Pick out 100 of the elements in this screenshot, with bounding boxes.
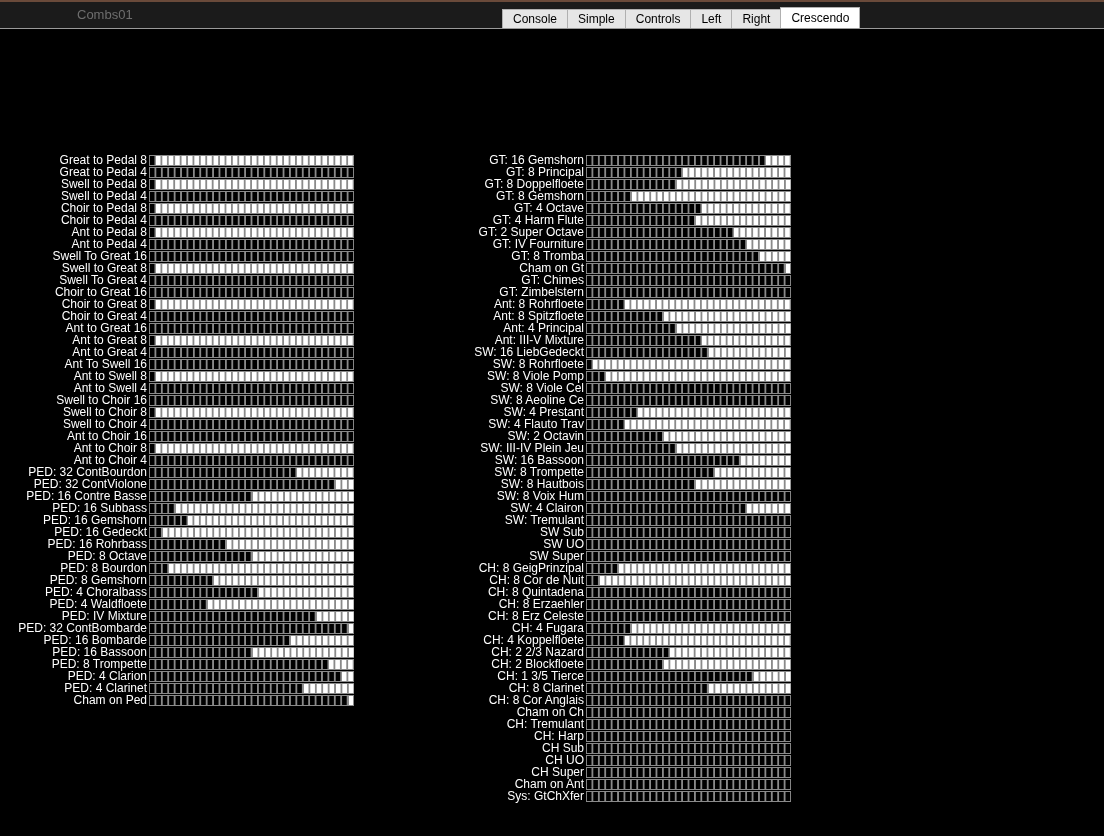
stop-label: GT: 8 Principal	[504, 166, 584, 178]
stop-label: Choir to Great 16	[53, 286, 147, 298]
stop-label: Swell To Great 16	[51, 250, 147, 262]
stop-label: GT: 8 Tromba	[510, 250, 584, 262]
stop-label: SW: 8 Aeoline Ce	[489, 394, 584, 406]
stop-label: Choir to Great 4	[60, 310, 147, 322]
stop-label: PED: 32 ContViolone	[32, 478, 147, 490]
stop-label: SW UO	[542, 538, 584, 550]
stop-label: PED: 8 Octave	[66, 550, 147, 562]
stop-label: CH: 8 Clarinet	[507, 682, 584, 694]
stop-label: SW: 16 LiebGedeckt	[473, 346, 584, 358]
stop-label: SW: 2 Octavin	[506, 430, 584, 442]
tab[interactable]: Console	[502, 9, 569, 28]
stop-label: CH: 8 GeigPrinzipal	[477, 562, 584, 574]
stop-label: SW: 4 Prestant	[502, 406, 584, 418]
stop-label: PED: 16 Subbass	[51, 502, 147, 514]
stop-label: Ant: 4 Principal	[503, 322, 584, 334]
stop-label: CH: 4 Fugara	[511, 622, 584, 634]
stop-label: Ant to Swell 8	[72, 370, 147, 382]
stop-label: Cham on Gt	[518, 262, 584, 274]
stop-label: Ant to Great 8	[71, 334, 147, 346]
stop-label: Ant: III-V Mixture	[493, 334, 584, 346]
stop-label: GT: IV Fourniture	[491, 238, 584, 250]
stop-label: CH: 2 2/3 Nazard	[490, 646, 584, 658]
stop-label: Swell to Great 8	[60, 262, 147, 274]
stop-label: CH: Harp	[533, 730, 584, 742]
stop-label: Great to Pedal 8	[58, 154, 147, 166]
stop-label: SW: 8 Viole Cel	[499, 382, 584, 394]
stop-label: PED: 16 Bombarde	[42, 634, 147, 646]
stop-label: Ant to Great 4	[71, 346, 147, 358]
stop-label: CH: 8 Erzaehler	[497, 598, 584, 610]
stop-label: Swell to Choir 4	[61, 418, 147, 430]
stop-label: SW Super	[529, 550, 584, 562]
stop-label: PED: 8 Gemshorn	[48, 574, 147, 586]
stop-label: PED: 16 Rohrbass	[46, 538, 147, 550]
stop-label: Ant to Swell 4	[72, 382, 147, 394]
stop-label: Ant to Choir 8	[72, 442, 147, 454]
tab[interactable]: Crescendo	[780, 7, 861, 28]
tab[interactable]: Right	[731, 9, 782, 28]
stop-label: Ant to Great 16	[64, 322, 147, 334]
stop-label: Swell to Choir 8	[61, 406, 147, 418]
stop-label: PED: 16 Bassoon	[51, 646, 147, 658]
stop-label: CH: 8 Cor de Nuit	[488, 574, 584, 586]
stop-label: Cham on Ant	[513, 778, 584, 790]
stop-label: PED: 32 ContBourdon	[27, 466, 147, 478]
stop-label: PED: IV Mixture	[60, 610, 147, 622]
stop-label: Swell to Choir 16	[55, 394, 147, 406]
stop-label: PED: 8 Bourdon	[59, 562, 147, 574]
stop-label: PED: 16 Gedeckt	[53, 526, 147, 538]
stop-label: CH: 2 Blockfloete	[490, 658, 584, 670]
stop-label: Cham on Ped	[72, 694, 147, 706]
stop-label: GT: Zimbelstern	[498, 286, 584, 298]
stop-label: CH Super	[531, 766, 584, 778]
stop-label: Choir to Pedal 4	[59, 214, 147, 226]
stop-label: Swell to Pedal 8	[59, 178, 147, 190]
stop-label: SW Sub	[539, 526, 584, 538]
stop-label: Sys: GtChXfer	[506, 790, 584, 802]
stop-label: Ant to Pedal 4	[70, 238, 147, 250]
stop-label: Great to Pedal 4	[58, 166, 147, 178]
stop-label: SW: 16 Bassoon	[493, 454, 584, 466]
stop-label: PED: 4 Waldfloete	[48, 598, 147, 610]
stop-label: Ant To Swell 16	[63, 358, 147, 370]
stop-label: GT: 4 Harm Flute	[491, 214, 584, 226]
stop-label: PED: 4 Clarion	[66, 670, 147, 682]
stop-label: SW: 4 Clairon	[509, 502, 584, 514]
stop-label: Ant to Choir 4	[72, 454, 147, 466]
stop-label: CH Sub	[540, 742, 584, 754]
stop-label: Ant to Choir 16	[65, 430, 147, 442]
stop-label: Ant: 8 Spitzfloete	[492, 310, 584, 322]
stop-label: Choir to Great 8	[60, 298, 147, 310]
stop-label: SW: 8 Hautbois	[499, 478, 584, 490]
window-title: Combs01	[77, 7, 133, 22]
stop-label: GT: 8 Gemshorn	[494, 190, 584, 202]
stop-label: SW: Tremulant	[503, 514, 584, 526]
stop-label: GT: Chimes	[520, 274, 584, 286]
stop-label: SW: 8 Rohrfloete	[491, 358, 584, 370]
stop-label: PED: 32 ContBombarde	[17, 622, 147, 634]
stop-label: PED: 16 Gemshorn	[41, 514, 147, 526]
stop-label: SW: III-IV Plein Jeu	[479, 442, 584, 454]
tab[interactable]: Left	[690, 9, 733, 28]
stop-label: SW: 8 Voix Hum	[495, 490, 584, 502]
stop-label: Choir to Pedal 8	[59, 202, 147, 214]
stop-label: PED: 16 Contre Basse	[25, 490, 147, 502]
stop-label: Ant to Pedal 8	[70, 226, 147, 238]
stop-label: SW: 8 Viole Pomp	[486, 370, 584, 382]
stop-label: Cham on Ch	[515, 706, 584, 718]
stop-label: Swell to Pedal 4	[59, 190, 147, 202]
stop-label: CH: 1 3/5 Tierce	[496, 670, 584, 682]
tab[interactable]: Simple	[567, 9, 626, 28]
stop-label: Swell To Great 4	[58, 274, 147, 286]
stop-label: GT: 2 Super Octave	[477, 226, 584, 238]
stop-label: PED: 4 Choralbass	[43, 586, 147, 598]
stop-label: CH: Tremulant	[505, 718, 584, 730]
stop-label: GT: 4 Octave	[512, 202, 584, 214]
stop-label: PED: 4 Clarinet	[63, 682, 147, 694]
stop-label: CH: 8 Quintadena	[486, 586, 584, 598]
stop-label: CH UO	[544, 754, 584, 766]
stop-label: CH: 8 Erz Celeste	[486, 610, 584, 622]
stop-label: SW: 8 Trompette	[493, 466, 584, 478]
tab[interactable]: Controls	[624, 9, 692, 28]
